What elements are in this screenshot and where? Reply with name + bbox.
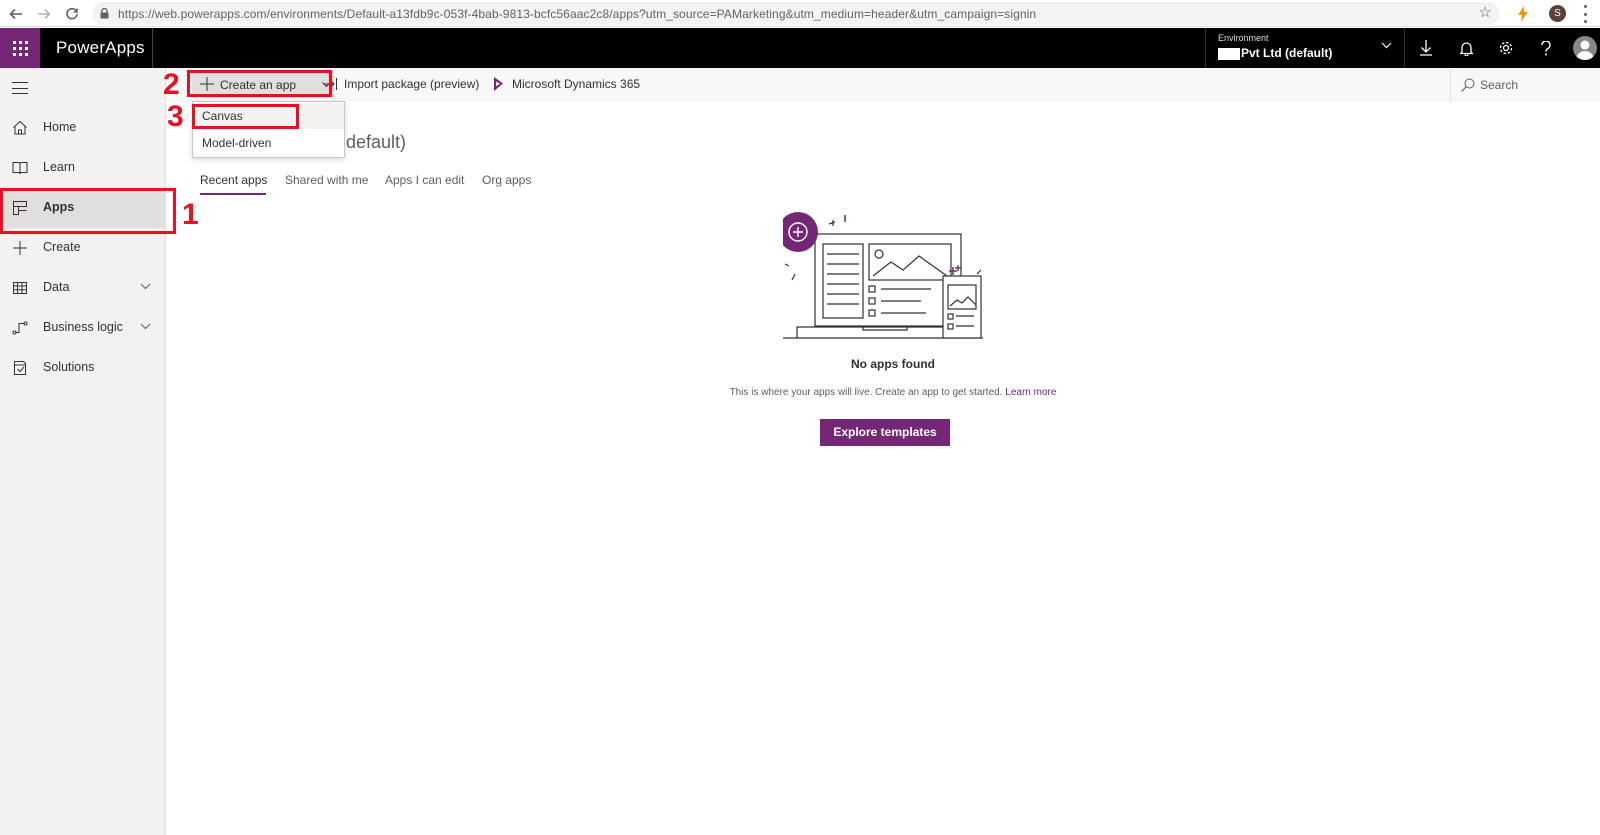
flow-icon [12,321,28,335]
nav-item-create[interactable]: Create [0,228,166,268]
command-bar: Create an app Import package (preview) M… [166,68,1600,102]
search-icon [1461,78,1475,92]
chevron-down-icon [140,323,151,330]
empty-state-title: No apps found [851,357,935,371]
annotation-number-2: 2 [163,68,180,101]
nav-item-home[interactable]: Home [0,108,166,148]
back-arrow-icon [9,8,22,20]
environment-heading: default) [346,132,407,152]
menu-item-label: Model-driven [202,136,272,150]
nav-label: Create [43,240,81,254]
back-button[interactable] [6,4,26,24]
search-box[interactable]: Search [1450,69,1600,101]
nav-item-learn[interactable]: Learn [0,148,166,188]
bell-icon [1459,41,1473,56]
download-button[interactable] [1406,28,1446,68]
url-text: https://web.powerapps.com/environments/D… [118,7,1037,21]
address-bar[interactable]: https://web.powerapps.com/environments/D… [92,2,1500,25]
nav-item-business-logic[interactable]: Business logic [0,308,166,348]
environment-value: Pvt Ltd (default) [1241,46,1333,60]
nav-label: Data [43,280,70,294]
bookmark-star-icon[interactable]: ☆ [1479,5,1492,21]
extension-bolt-icon[interactable] [1513,4,1533,24]
tab-shared-with-me[interactable]: Shared with me [285,173,368,187]
environment-picker[interactable]: Environment Pvt Ltd (default) [1205,28,1405,68]
browser-profile-avatar[interactable]: S [1549,5,1566,22]
search-placeholder: Search [1480,78,1519,92]
browser-toolbar: https://web.powerapps.com/environments/D… [0,0,1600,27]
annotation-number-3: 3 [167,100,184,133]
environment-label: Environment [1218,33,1269,43]
menu-item-model-driven[interactable]: Model-driven [193,130,344,156]
hamburger-menu-icon[interactable] [12,82,28,94]
user-avatar[interactable] [1573,36,1597,60]
app-header: PowerApps Environment Pvt Ltd (default) [0,28,1600,68]
empty-state-description: This is where your apps will live. Creat… [729,387,1003,398]
annotation-box-apps [0,188,176,234]
help-button[interactable] [1526,28,1566,68]
tab-recent-apps[interactable]: Recent apps [200,173,267,187]
environment-redaction [1218,48,1240,60]
lock-icon [100,8,109,19]
import-package-button[interactable]: Import package (preview) [344,77,479,91]
annotation-box-create-app [187,70,332,97]
header-divider [152,28,153,68]
table-icon [13,282,27,294]
waffle-icon [12,40,28,56]
tab-org-apps[interactable]: Org apps [482,173,531,187]
nav-item-data[interactable]: Data [0,268,166,308]
app-launcher-button[interactable] [0,28,40,68]
settings-button[interactable] [1486,28,1526,68]
help-icon [1541,40,1551,55]
book-icon [12,162,28,175]
browser-menu-icon[interactable] [1582,5,1588,23]
nav-label: Learn [43,160,75,174]
home-icon [13,120,27,135]
forward-button[interactable] [34,4,54,24]
annotation-box-canvas [192,104,299,129]
reload-button[interactable] [62,4,82,24]
chevron-down-icon [140,283,151,290]
reload-icon [66,7,78,20]
nav-label: Home [43,120,77,134]
active-tab-indicator [200,193,266,195]
empty-apps-illustration [783,212,983,339]
forward-arrow-icon [38,8,51,20]
app-title[interactable]: PowerApps [56,38,145,58]
person-icon [1576,40,1594,60]
left-navigation: Home Learn Apps Create Data Business log… [0,68,166,835]
chevron-down-icon [1381,42,1392,49]
dynamics-365-button[interactable]: Microsoft Dynamics 365 [512,77,640,91]
nav-label: Business logic [43,320,123,334]
tab-apps-i-can-edit[interactable]: Apps I can edit [385,173,464,187]
notifications-button[interactable] [1446,28,1486,68]
annotation-number-1: 1 [182,198,199,231]
explore-templates-button[interactable]: Explore templates [820,419,950,446]
download-icon [1420,40,1432,56]
learn-more-link[interactable]: Learn more [1005,387,1056,398]
gear-icon [1499,41,1513,55]
plus-icon [13,241,27,255]
dynamics-365-icon [494,77,503,91]
empty-state-description-row: This is where your apps will live. Creat… [0,387,1600,398]
